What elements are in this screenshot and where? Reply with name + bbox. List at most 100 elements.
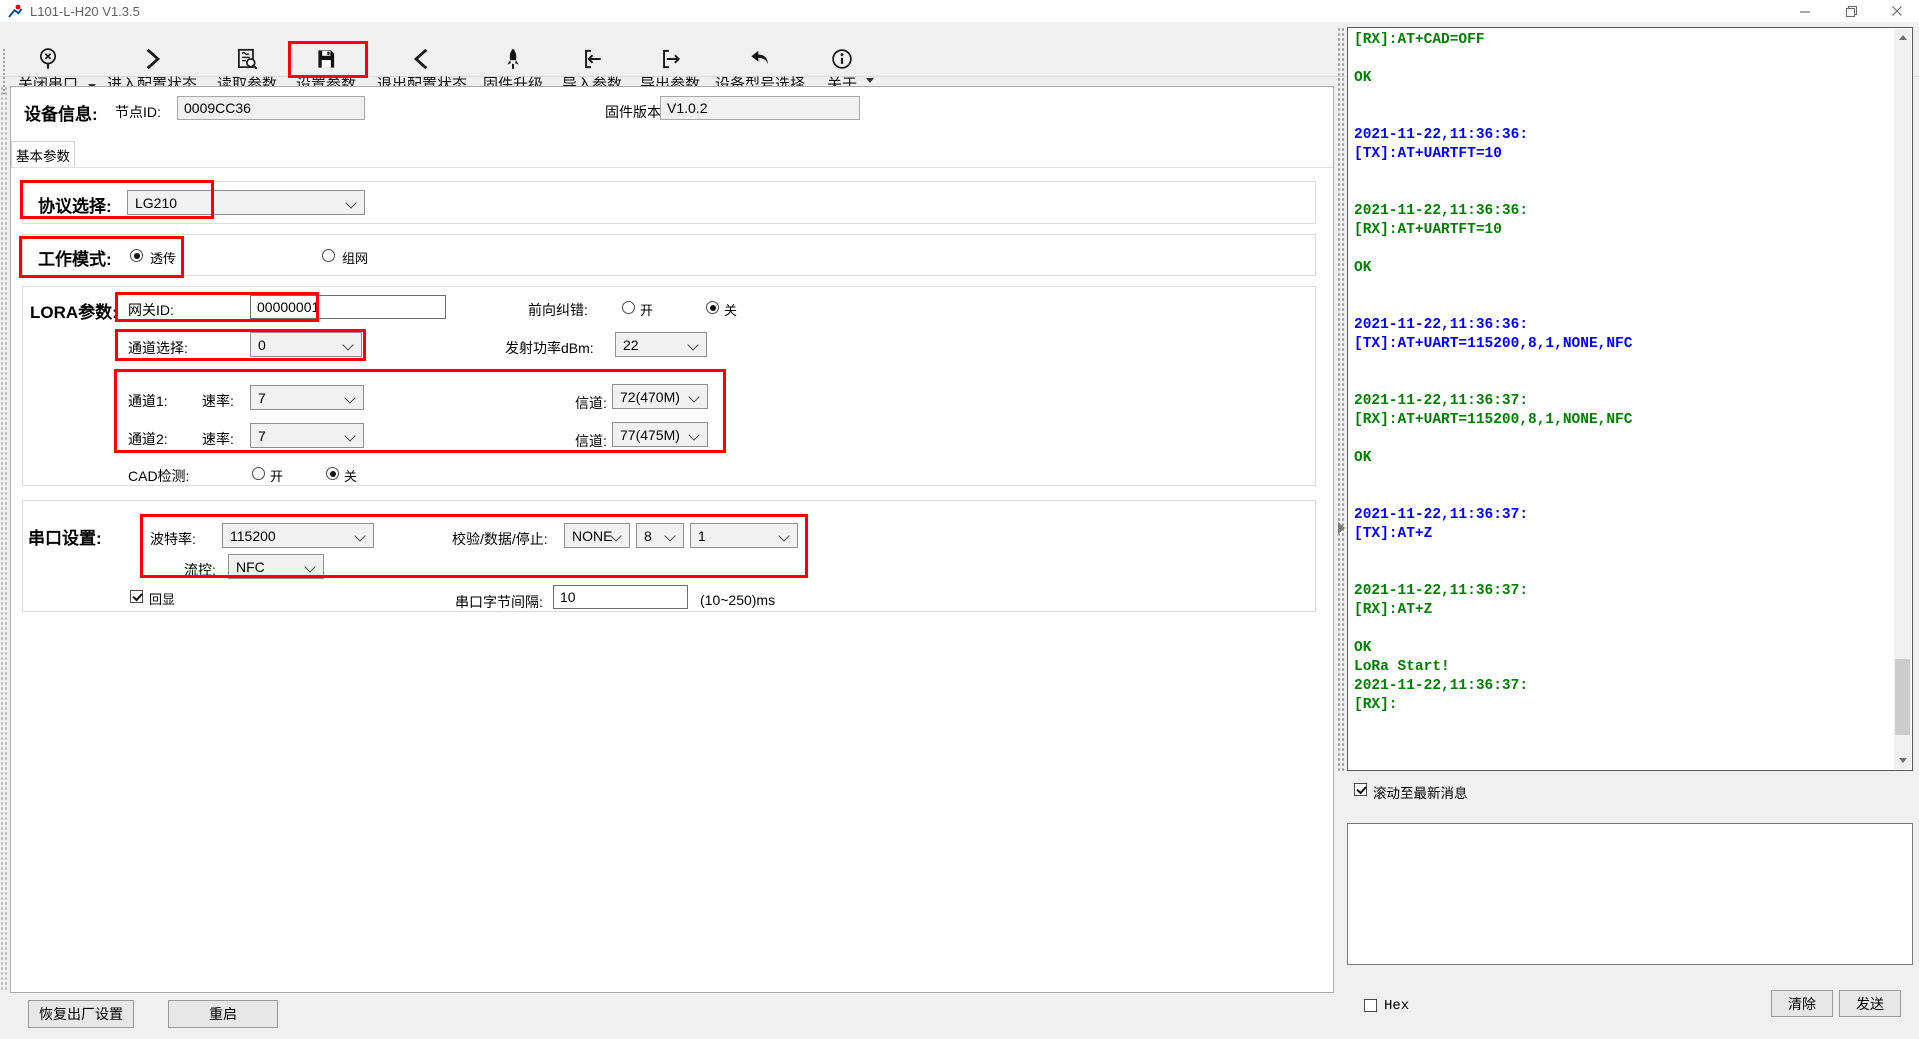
channel-select-value: 0 <box>258 337 266 353</box>
channel1-freq-value: 72(470M) <box>620 389 680 405</box>
gateway-id-input[interactable] <box>250 295 446 319</box>
byte-interval-label: 串口字节间隔: <box>455 592 543 612</box>
log-line <box>1354 50 1892 69</box>
toolbar-overflow-caret[interactable] <box>866 78 874 83</box>
byte-interval-input[interactable] <box>553 585 688 609</box>
log-line <box>1354 620 1892 639</box>
channel2-rate-value: 7 <box>258 428 266 444</box>
echo-label: 回显 <box>149 589 175 608</box>
hex-label: Hex <box>1384 998 1409 1014</box>
device-model-icon <box>747 46 773 72</box>
restart-label: 重启 <box>209 1004 237 1024</box>
splitter-collapse-arrow[interactable] <box>1338 522 1345 534</box>
channel2-rate-combo[interactable]: 7 <box>250 423 364 448</box>
cad-on-label: 开 <box>270 466 283 485</box>
log-line: [RX]:AT+CAD=OFF <box>1354 31 1892 50</box>
scroll-latest-checkbox[interactable] <box>1354 783 1367 796</box>
factory-reset-button[interactable]: 恢复出厂设置 <box>28 1000 134 1028</box>
scroll-up-arrow[interactable] <box>1894 29 1911 46</box>
tx-power-label: 发射功率dBm: <box>505 338 594 358</box>
scrollbar-thumb[interactable] <box>1895 659 1910 735</box>
data-bits-combo[interactable]: 8 <box>636 523 684 548</box>
log-output[interactable]: [RX]:AT+CAD=OFF OK 2021-11-22,11:36:36:[… <box>1354 31 1892 715</box>
hex-checkbox[interactable] <box>1364 999 1377 1012</box>
device-info-label: 设备信息: <box>24 100 98 125</box>
fec-on-label: 开 <box>640 300 653 319</box>
log-line: 2021-11-22,11:36:36: <box>1354 202 1892 221</box>
channel1-rate-combo[interactable]: 7 <box>250 385 364 410</box>
baud-value: 115200 <box>230 528 276 544</box>
radio-cad-off[interactable] <box>326 467 339 480</box>
stop-bits-combo[interactable]: 1 <box>690 523 798 548</box>
scroll-latest-label: 滚动至最新消息 <box>1373 782 1468 802</box>
log-line: LoRa Start! <box>1354 658 1892 677</box>
read-params-icon <box>234 46 260 72</box>
channel2-label: 通道2: <box>128 429 168 449</box>
tx-power-combo[interactable]: 22 <box>615 332 707 357</box>
byte-interval-hint: (10~250)ms <box>700 592 775 608</box>
window-title: L101-L-H20 V1.3.5 <box>30 4 140 19</box>
channel-select-combo[interactable]: 0 <box>250 332 362 357</box>
channel1-freq-combo[interactable]: 72(470M) <box>612 384 708 409</box>
channel2-freq-combo[interactable]: 77(475M) <box>612 422 708 447</box>
log-line <box>1354 430 1892 449</box>
factory-reset-label: 恢复出厂设置 <box>39 1004 123 1024</box>
fec-off-label: 关 <box>724 300 737 319</box>
log-line: [TX]:AT+Z <box>1354 525 1892 544</box>
log-panel: [RX]:AT+CAD=OFF OK 2021-11-22,11:36:36:[… <box>1347 27 1913 771</box>
log-line: [RX]:AT+UART=115200,8,1,NONE,NFC <box>1354 411 1892 430</box>
radio-transparent-mode[interactable] <box>130 249 143 262</box>
close-button[interactable] <box>1876 0 1918 22</box>
flow-label: 流控: <box>184 560 216 580</box>
restart-button[interactable]: 重启 <box>168 1000 278 1028</box>
log-line: 2021-11-22,11:36:37: <box>1354 506 1892 525</box>
rate2-label: 速率: <box>202 429 234 449</box>
log-line <box>1354 544 1892 563</box>
close-icon <box>1891 5 1903 17</box>
transparent-mode-label: 透传 <box>150 248 176 267</box>
log-scrollbar[interactable] <box>1894 29 1911 769</box>
tab-basic-params[interactable]: 基本参数 <box>11 141 75 168</box>
parity-combo[interactable]: NONE <box>564 523 630 548</box>
log-line: [TX]:AT+UARTFT=10 <box>1354 145 1892 164</box>
node-id-label: 节点ID: <box>115 102 161 122</box>
log-line: OK <box>1354 69 1892 88</box>
cad-label: CAD检测: <box>128 466 189 486</box>
parity-data-stop-label: 校验/数据/停止: <box>452 529 548 549</box>
serial-settings-label: 串口设置: <box>28 524 102 549</box>
stop-bits-value: 1 <box>698 528 706 544</box>
flow-combo[interactable]: NFC <box>228 554 324 579</box>
gateway-id-label: 网关ID: <box>128 300 174 320</box>
data-bits-value: 8 <box>644 528 652 544</box>
restore-button[interactable] <box>1830 0 1872 22</box>
echo-checkbox[interactable] <box>130 590 143 603</box>
minimize-button[interactable] <box>1784 0 1826 22</box>
parity-value: NONE <box>572 528 612 544</box>
exit-config-icon <box>409 46 435 72</box>
protocol-select[interactable]: LG210 <box>127 190 365 215</box>
send-button[interactable]: 发送 <box>1839 990 1901 1017</box>
log-line <box>1354 487 1892 506</box>
radio-fec-on[interactable] <box>622 301 635 314</box>
radio-fec-off[interactable] <box>706 301 719 314</box>
radio-network-mode[interactable] <box>322 249 335 262</box>
baud-combo[interactable]: 115200 <box>222 523 374 548</box>
log-line <box>1354 373 1892 392</box>
log-line: [RX]:AT+UARTFT=10 <box>1354 221 1892 240</box>
clear-button[interactable]: 清除 <box>1771 990 1833 1017</box>
node-id-field[interactable] <box>177 96 365 120</box>
log-line: 2021-11-22,11:36:36: <box>1354 316 1892 335</box>
radio-cad-on[interactable] <box>252 467 265 480</box>
channel1-freq-label: 信道: <box>575 393 607 413</box>
log-line: [RX]: <box>1354 696 1892 715</box>
lora-params-label: LORA参数: <box>30 298 118 323</box>
panel-splitter[interactable] <box>1337 27 1345 771</box>
log-line: OK <box>1354 259 1892 278</box>
work-mode-label: 工作模式: <box>38 245 112 270</box>
scroll-down-arrow[interactable] <box>1894 752 1911 769</box>
rate1-label: 速率: <box>202 391 234 411</box>
export-params-icon <box>657 46 683 72</box>
firmware-field[interactable] <box>660 96 860 120</box>
log-line <box>1354 297 1892 316</box>
send-input[interactable] <box>1347 823 1913 965</box>
